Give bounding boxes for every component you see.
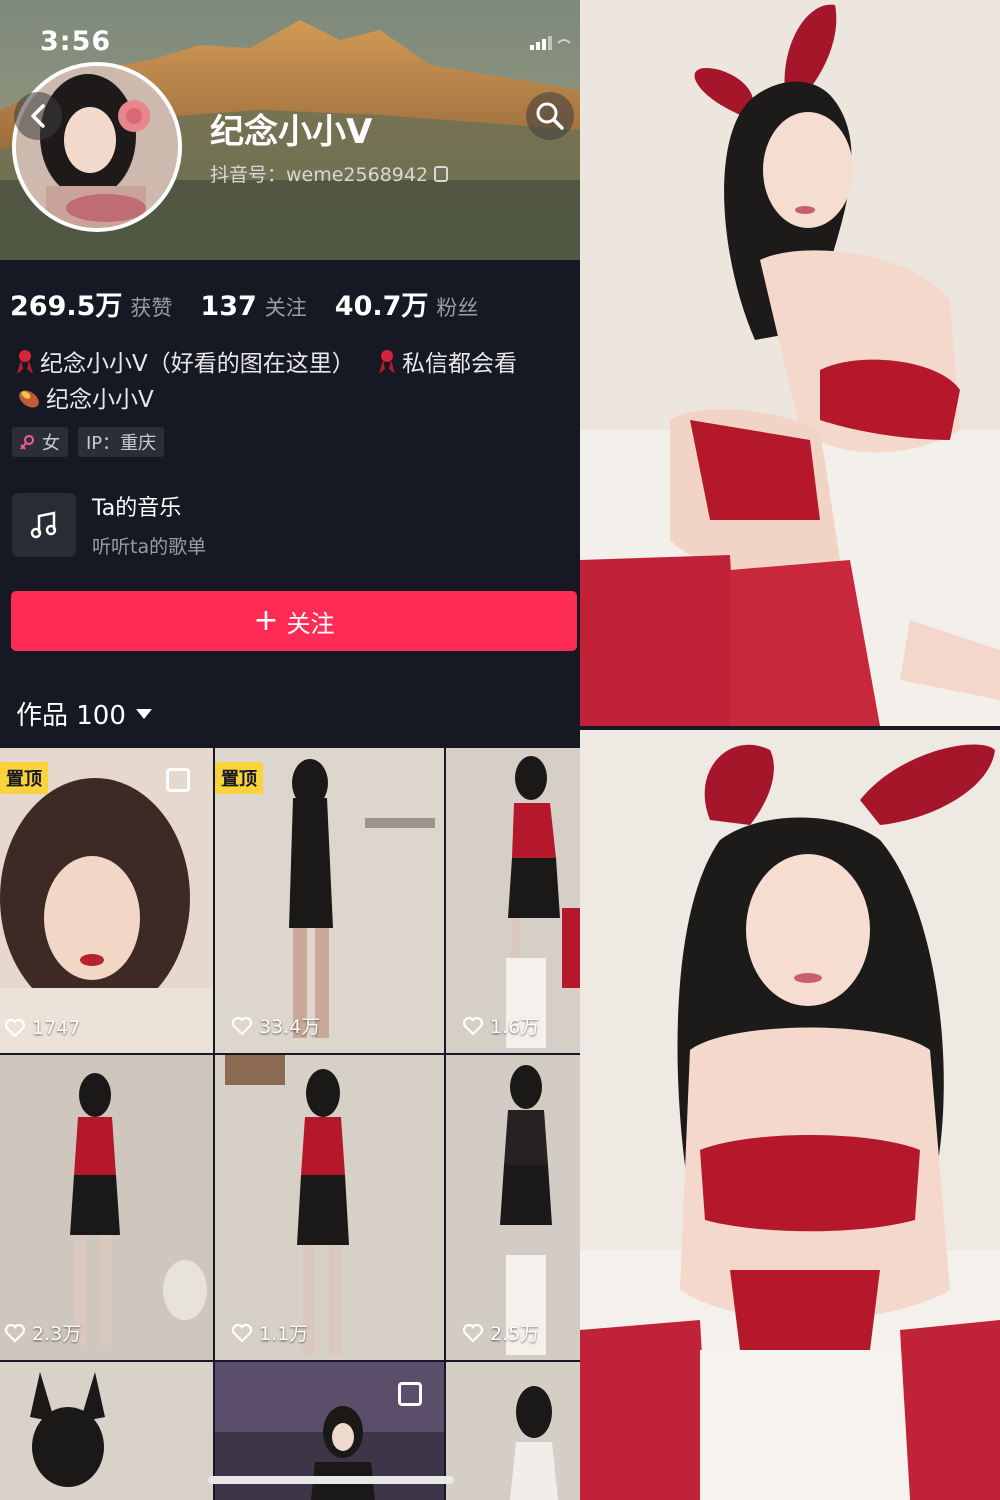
stat-likes-label: 获赞 (130, 296, 173, 320)
female-icon (20, 435, 34, 450)
video-thumbnail (0, 1055, 213, 1360)
follow-button[interactable]: + 关注 (11, 591, 577, 651)
like-count-text: 1.1万 (259, 1323, 309, 1345)
video-thumbnail (446, 748, 580, 1053)
pinned-badge: 置顶 (0, 762, 48, 794)
photo-bottom-image (580, 730, 1000, 1500)
sweet-potato-icon (19, 390, 39, 408)
music-text: Ta的音乐 听听ta的歌单 (92, 490, 206, 559)
photo-top-image (580, 0, 1000, 726)
douyin-id-text: 抖音号：weme2568942 (210, 164, 429, 186)
avatar-photo (16, 66, 178, 228)
music-icon-box (12, 492, 76, 557)
bio-text-1a: 纪念小小V（好看的图在这里） (40, 351, 355, 377)
music-subtitle: 听听ta的歌单 (92, 536, 207, 558)
heart-icon (4, 1018, 26, 1038)
pinned-badge: 置顶 (215, 762, 263, 794)
back-arrow-icon (31, 104, 45, 128)
like-count: 1.1万 (231, 1319, 308, 1346)
photo-top (580, 0, 1000, 726)
like-count: 1.6万 (462, 1012, 539, 1039)
stat-following[interactable]: 137 关注 (200, 291, 306, 322)
like-count-text: 1.6万 (490, 1016, 540, 1038)
plus-icon: + (253, 603, 279, 638)
video-tile[interactable] (0, 1362, 213, 1500)
bio-line-2: 纪念小小V (14, 382, 574, 418)
stat-likes-value: 269.5万 (10, 291, 123, 322)
like-count-text: 1747 (32, 1017, 81, 1039)
profile-screen: 3:56 纪念小小V 抖音号：weme2568942 269.5万 获赞 137… (0, 0, 580, 1500)
stat-following-label: 关注 (264, 296, 307, 320)
stat-followers-value: 40.7万 (334, 291, 429, 322)
like-count: 1747 (4, 1017, 80, 1039)
copy-icon[interactable] (434, 165, 449, 182)
video-tile[interactable]: 置顶 33.4万 (215, 748, 444, 1053)
gender-text: 女 (42, 433, 60, 454)
heart-icon (231, 1016, 253, 1036)
video-tile[interactable] (446, 1362, 580, 1500)
like-count: 33.4万 (231, 1012, 320, 1039)
ribbon-icon (379, 350, 396, 374)
video-tile[interactable]: 2.3万 (0, 1055, 213, 1360)
video-tile[interactable]: 置顶 1747 (0, 748, 213, 1053)
signal-icon (530, 36, 570, 50)
search-icon (536, 102, 564, 130)
bio: 纪念小小V（好看的图在这里） 私信都会看 纪念小小V (14, 346, 574, 418)
like-count-text: 2.3万 (32, 1323, 82, 1345)
bio-line-1: 纪念小小V（好看的图在这里） 私信都会看 (14, 346, 574, 382)
follow-label: 关注 (286, 609, 335, 638)
video-tile[interactable]: 1.1万 (215, 1055, 444, 1360)
heart-icon (462, 1016, 484, 1036)
video-thumbnail (0, 1362, 213, 1500)
stat-followers[interactable]: 40.7万 粉丝 (335, 284, 479, 323)
stat-likes: 269.5万 获赞 (10, 284, 172, 323)
stat-followers-label: 粉丝 (436, 296, 479, 320)
heart-icon (462, 1323, 484, 1343)
works-tab[interactable]: 作品 100 (16, 695, 152, 732)
video-tile[interactable]: 1.6万 (446, 748, 580, 1053)
stat-following-value: 137 (200, 291, 257, 322)
status-time: 3:56 (40, 26, 112, 57)
music-note-icon (30, 510, 57, 538)
bio-text-1b: 私信都会看 (402, 351, 518, 377)
video-thumbnail (446, 1362, 580, 1500)
video-thumbnail (215, 1055, 444, 1360)
ribbon-icon (17, 350, 33, 374)
heart-icon (231, 1323, 253, 1343)
music-title: Ta的音乐 (92, 496, 182, 521)
works-label: 作品 100 (16, 701, 126, 731)
multi-image-icon (398, 1382, 422, 1406)
back-button[interactable] (14, 92, 62, 140)
profile-tags: 女 IP：重庆 (12, 427, 165, 457)
photo-bottom (580, 730, 1000, 1500)
like-count: 2.3万 (4, 1319, 81, 1346)
like-count-text: 2.5万 (490, 1323, 540, 1345)
bio-text-2: 纪念小小V (46, 387, 154, 413)
video-grid: 置顶 1747 置顶 33.4万 1.6万 2.3万 1.1万 2.5万 (0, 748, 580, 1500)
like-count-text: 33.4万 (259, 1016, 321, 1038)
video-thumbnail (446, 1055, 580, 1360)
ip-text: IP：重庆 (86, 433, 157, 454)
heart-icon (4, 1323, 26, 1343)
gender-tag: 女 (12, 427, 68, 457)
avatar[interactable] (12, 62, 182, 232)
music-entry[interactable]: Ta的音乐 听听ta的歌单 (12, 490, 206, 559)
ip-tag: IP：重庆 (78, 427, 165, 457)
home-indicator (208, 1476, 454, 1484)
username: 纪念小小V (210, 112, 373, 152)
multi-image-icon (166, 768, 190, 792)
like-count: 2.5万 (462, 1319, 539, 1346)
video-tile[interactable]: 2.5万 (446, 1055, 580, 1360)
caret-down-icon (135, 708, 152, 719)
douyin-id[interactable]: 抖音号：weme2568942 (210, 160, 449, 187)
search-button[interactable] (526, 92, 574, 140)
profile-stats: 269.5万 获赞 137 关注 40.7万 粉丝 (10, 284, 478, 323)
